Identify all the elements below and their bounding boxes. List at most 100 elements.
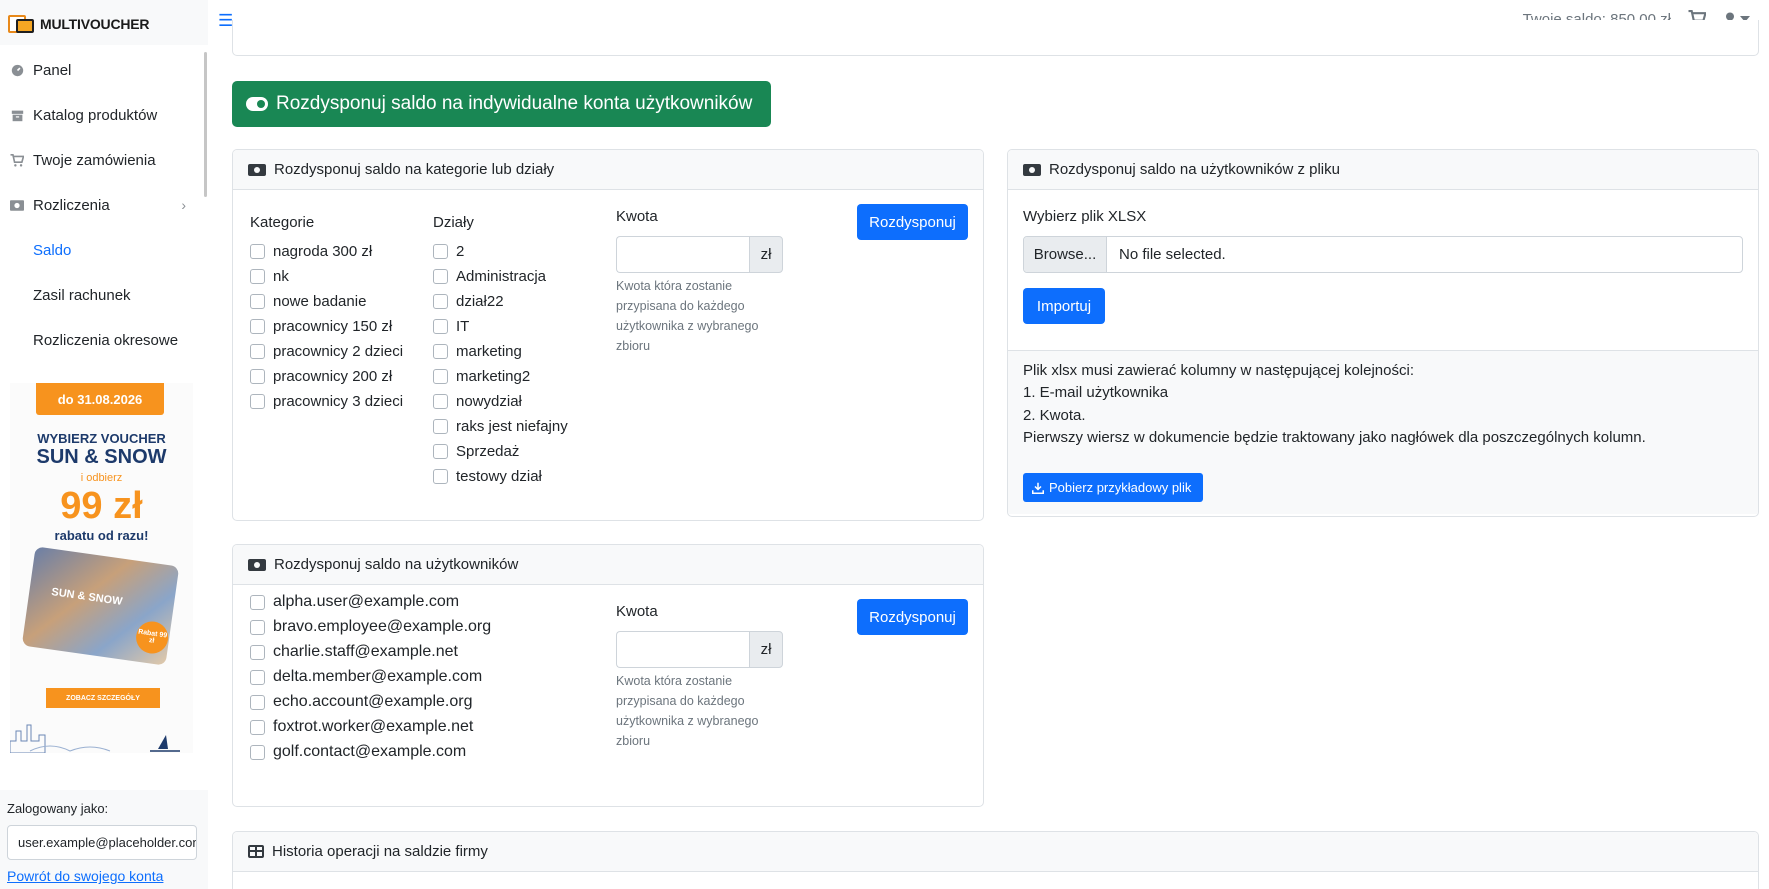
amount-input-group: zł [616, 236, 783, 273]
promo-brand: SUN & SNOW [36, 446, 167, 468]
promo-subtext: i odbierz [80, 472, 123, 484]
users-card: Rozdysponuj saldo na użytkowników alpha.… [232, 544, 984, 807]
promo-headline: WYBIERZ VOUCHER [37, 431, 166, 446]
sidebar-item-panel[interactable]: Panel [0, 50, 200, 90]
user-checkbox[interactable]: golf.contact@example.com [250, 743, 466, 761]
file-name: No file selected. [1119, 246, 1226, 263]
user-checkbox[interactable]: charlie.staff@example.net [250, 643, 458, 661]
department-checkbox[interactable]: nowydział [433, 393, 522, 410]
promo-details-button[interactable]: ZOBACZ SZCZEGÓŁY [46, 688, 160, 708]
sidebar-item-label: Rozliczenia okresowe [33, 331, 179, 349]
chevron-right-icon: › [181, 197, 186, 213]
categories-card: Rozdysponuj saldo na kategorie lub dział… [232, 149, 984, 521]
promo-voucher-card: SUN & SNOW Rabat 99 zł [21, 546, 180, 666]
sidebar-item-balance[interactable]: Saldo [0, 230, 200, 270]
card-header: Rozdysponuj saldo na użytkowników [233, 545, 983, 585]
department-checkbox[interactable]: IT [433, 318, 469, 335]
card-title: Historia operacji na saldzie firmy [272, 843, 488, 860]
department-checkbox[interactable]: Administracja [433, 268, 546, 285]
department-checkbox[interactable]: marketing2 [433, 368, 530, 385]
import-button[interactable]: Importuj [1023, 288, 1105, 324]
download-sample-button[interactable]: Pobierz przykładowy plik [1023, 473, 1203, 502]
table-icon [248, 845, 264, 858]
file-import-card: Rozdysponuj saldo na użytkowników z plik… [1007, 149, 1759, 517]
user-checkbox[interactable]: bravo.employee@example.org [250, 618, 491, 636]
hamburger-menu-icon[interactable]: ☰ [218, 11, 233, 31]
department-checkbox[interactable]: 2 [433, 243, 464, 260]
department-checkbox[interactable]: raks jest niefajny [433, 418, 568, 435]
card-title: Rozdysponuj saldo na kategorie lub dział… [274, 161, 555, 178]
money-icon [248, 558, 266, 571]
category-checkbox[interactable]: nowe badanie [250, 293, 366, 310]
department-checkbox[interactable]: testowy dział [433, 468, 542, 485]
sidebar-item-label: Saldo [33, 241, 72, 259]
file-format-info: Plik xlsx musi zawierać kolumny w następ… [1008, 350, 1758, 514]
card-header: Rozdysponuj saldo na kategorie lub dział… [233, 150, 983, 190]
sidebar-item-periodic[interactable]: Rozliczenia okresowe [0, 320, 200, 360]
file-input[interactable]: Browse... No file selected. [1023, 236, 1743, 273]
promo-card-text: SUN & SNOW [50, 586, 124, 608]
individual-accounts-toggle-button[interactable]: Rozdysponuj saldo na indywidualne konta … [232, 81, 771, 127]
category-checkbox[interactable]: pracownicy 200 zł [250, 368, 392, 385]
money-icon [10, 198, 24, 212]
category-checkbox[interactable]: pracownicy 2 dzieci [250, 343, 403, 360]
currency-addon: zł [749, 631, 783, 668]
user-checkbox[interactable]: alpha.user@example.com [250, 593, 459, 611]
promo-banner[interactable]: do 31.08.2026 WYBIERZ VOUCHER SUN & SNOW… [10, 383, 193, 753]
skyline-illustration [10, 724, 180, 753]
logo-text: MULTIVOUCHER [40, 16, 150, 32]
user-checkbox[interactable]: echo.account@example.org [250, 693, 472, 711]
sidebar-item-topup[interactable]: Zasil rachunek [0, 275, 200, 315]
sidebar-item-label: Zasil rachunek [33, 286, 131, 304]
category-checkbox[interactable]: nagroda 300 zł [250, 243, 372, 260]
sidebar-item-label: Rozliczenia [33, 196, 110, 214]
department-checkbox[interactable]: dział22 [433, 293, 504, 310]
promo-date: do 31.08.2026 [36, 383, 164, 415]
toggle-button-label: Rozdysponuj saldo na indywidualne konta … [276, 93, 753, 114]
money-icon [248, 163, 266, 176]
info-line: Plik xlsx musi zawierać kolumny w następ… [1023, 362, 1414, 379]
sidebar-item-label: Panel [33, 61, 72, 79]
sidebar-item-orders[interactable]: Twoje zamówienia [0, 140, 200, 180]
promo-discount-text: rabatu od razu! [54, 528, 149, 543]
card-header: Rozdysponuj saldo na użytkowników z plik… [1008, 150, 1758, 190]
toggle-icon [246, 97, 268, 111]
logged-as-field[interactable]: user.example@placeholder.com [7, 825, 197, 860]
file-label: Wybierz plik XLSX [1023, 208, 1147, 225]
download-sample-label: Pobierz przykładowy plik [1049, 480, 1192, 495]
download-icon [1032, 482, 1044, 494]
box-icon [10, 108, 24, 122]
distribute-button[interactable]: Rozdysponuj [857, 599, 968, 635]
top-card [232, 20, 1759, 56]
category-checkbox[interactable]: nk [250, 268, 289, 285]
sidebar-scrollbar[interactable] [204, 52, 207, 197]
department-checkbox[interactable]: Sprzedaż [433, 443, 519, 460]
back-to-account-link[interactable]: Powrót do swojego konta [7, 868, 163, 884]
history-card: Historia operacji na saldzie firmy [232, 831, 1759, 889]
amount-input[interactable] [616, 631, 749, 668]
categories-title: Kategorie [250, 214, 315, 231]
info-line: Pierwszy wiersz w dokumencie będzie trak… [1023, 429, 1646, 446]
card-title: Rozdysponuj saldo na użytkowników [274, 556, 519, 573]
logo[interactable]: MULTIVOUCHER [8, 10, 150, 38]
sidebar-item-catalog[interactable]: Katalog produktów [0, 95, 200, 135]
info-line: 2. Kwota. [1023, 407, 1086, 424]
amount-input[interactable] [616, 236, 749, 273]
card-header: Historia operacji na saldzie firmy [233, 832, 1758, 872]
distribute-button[interactable]: Rozdysponuj [857, 204, 968, 240]
currency-addon: zł [749, 236, 783, 273]
amount-label: Kwota [616, 603, 658, 620]
browse-button[interactable]: Browse... [1024, 237, 1107, 272]
user-checkbox[interactable]: delta.member@example.com [250, 668, 482, 686]
departments-title: Działy [433, 214, 474, 231]
category-checkbox[interactable]: pracownicy 150 zł [250, 318, 392, 335]
department-checkbox[interactable]: marketing [433, 343, 522, 360]
amount-help-text: Kwota która zostanie przypisana do każde… [616, 674, 759, 748]
amount-help-text: Kwota która zostanie przypisana do każde… [616, 279, 759, 353]
logo-icon [8, 13, 36, 35]
amount-input-group: zł [616, 631, 783, 668]
sidebar-item-label: Twoje zamówienia [33, 151, 156, 169]
category-checkbox[interactable]: pracownicy 3 dzieci [250, 393, 403, 410]
sidebar-item-settlements[interactable]: Rozliczenia › [0, 185, 200, 225]
user-checkbox[interactable]: foxtrot.worker@example.net [250, 718, 473, 736]
